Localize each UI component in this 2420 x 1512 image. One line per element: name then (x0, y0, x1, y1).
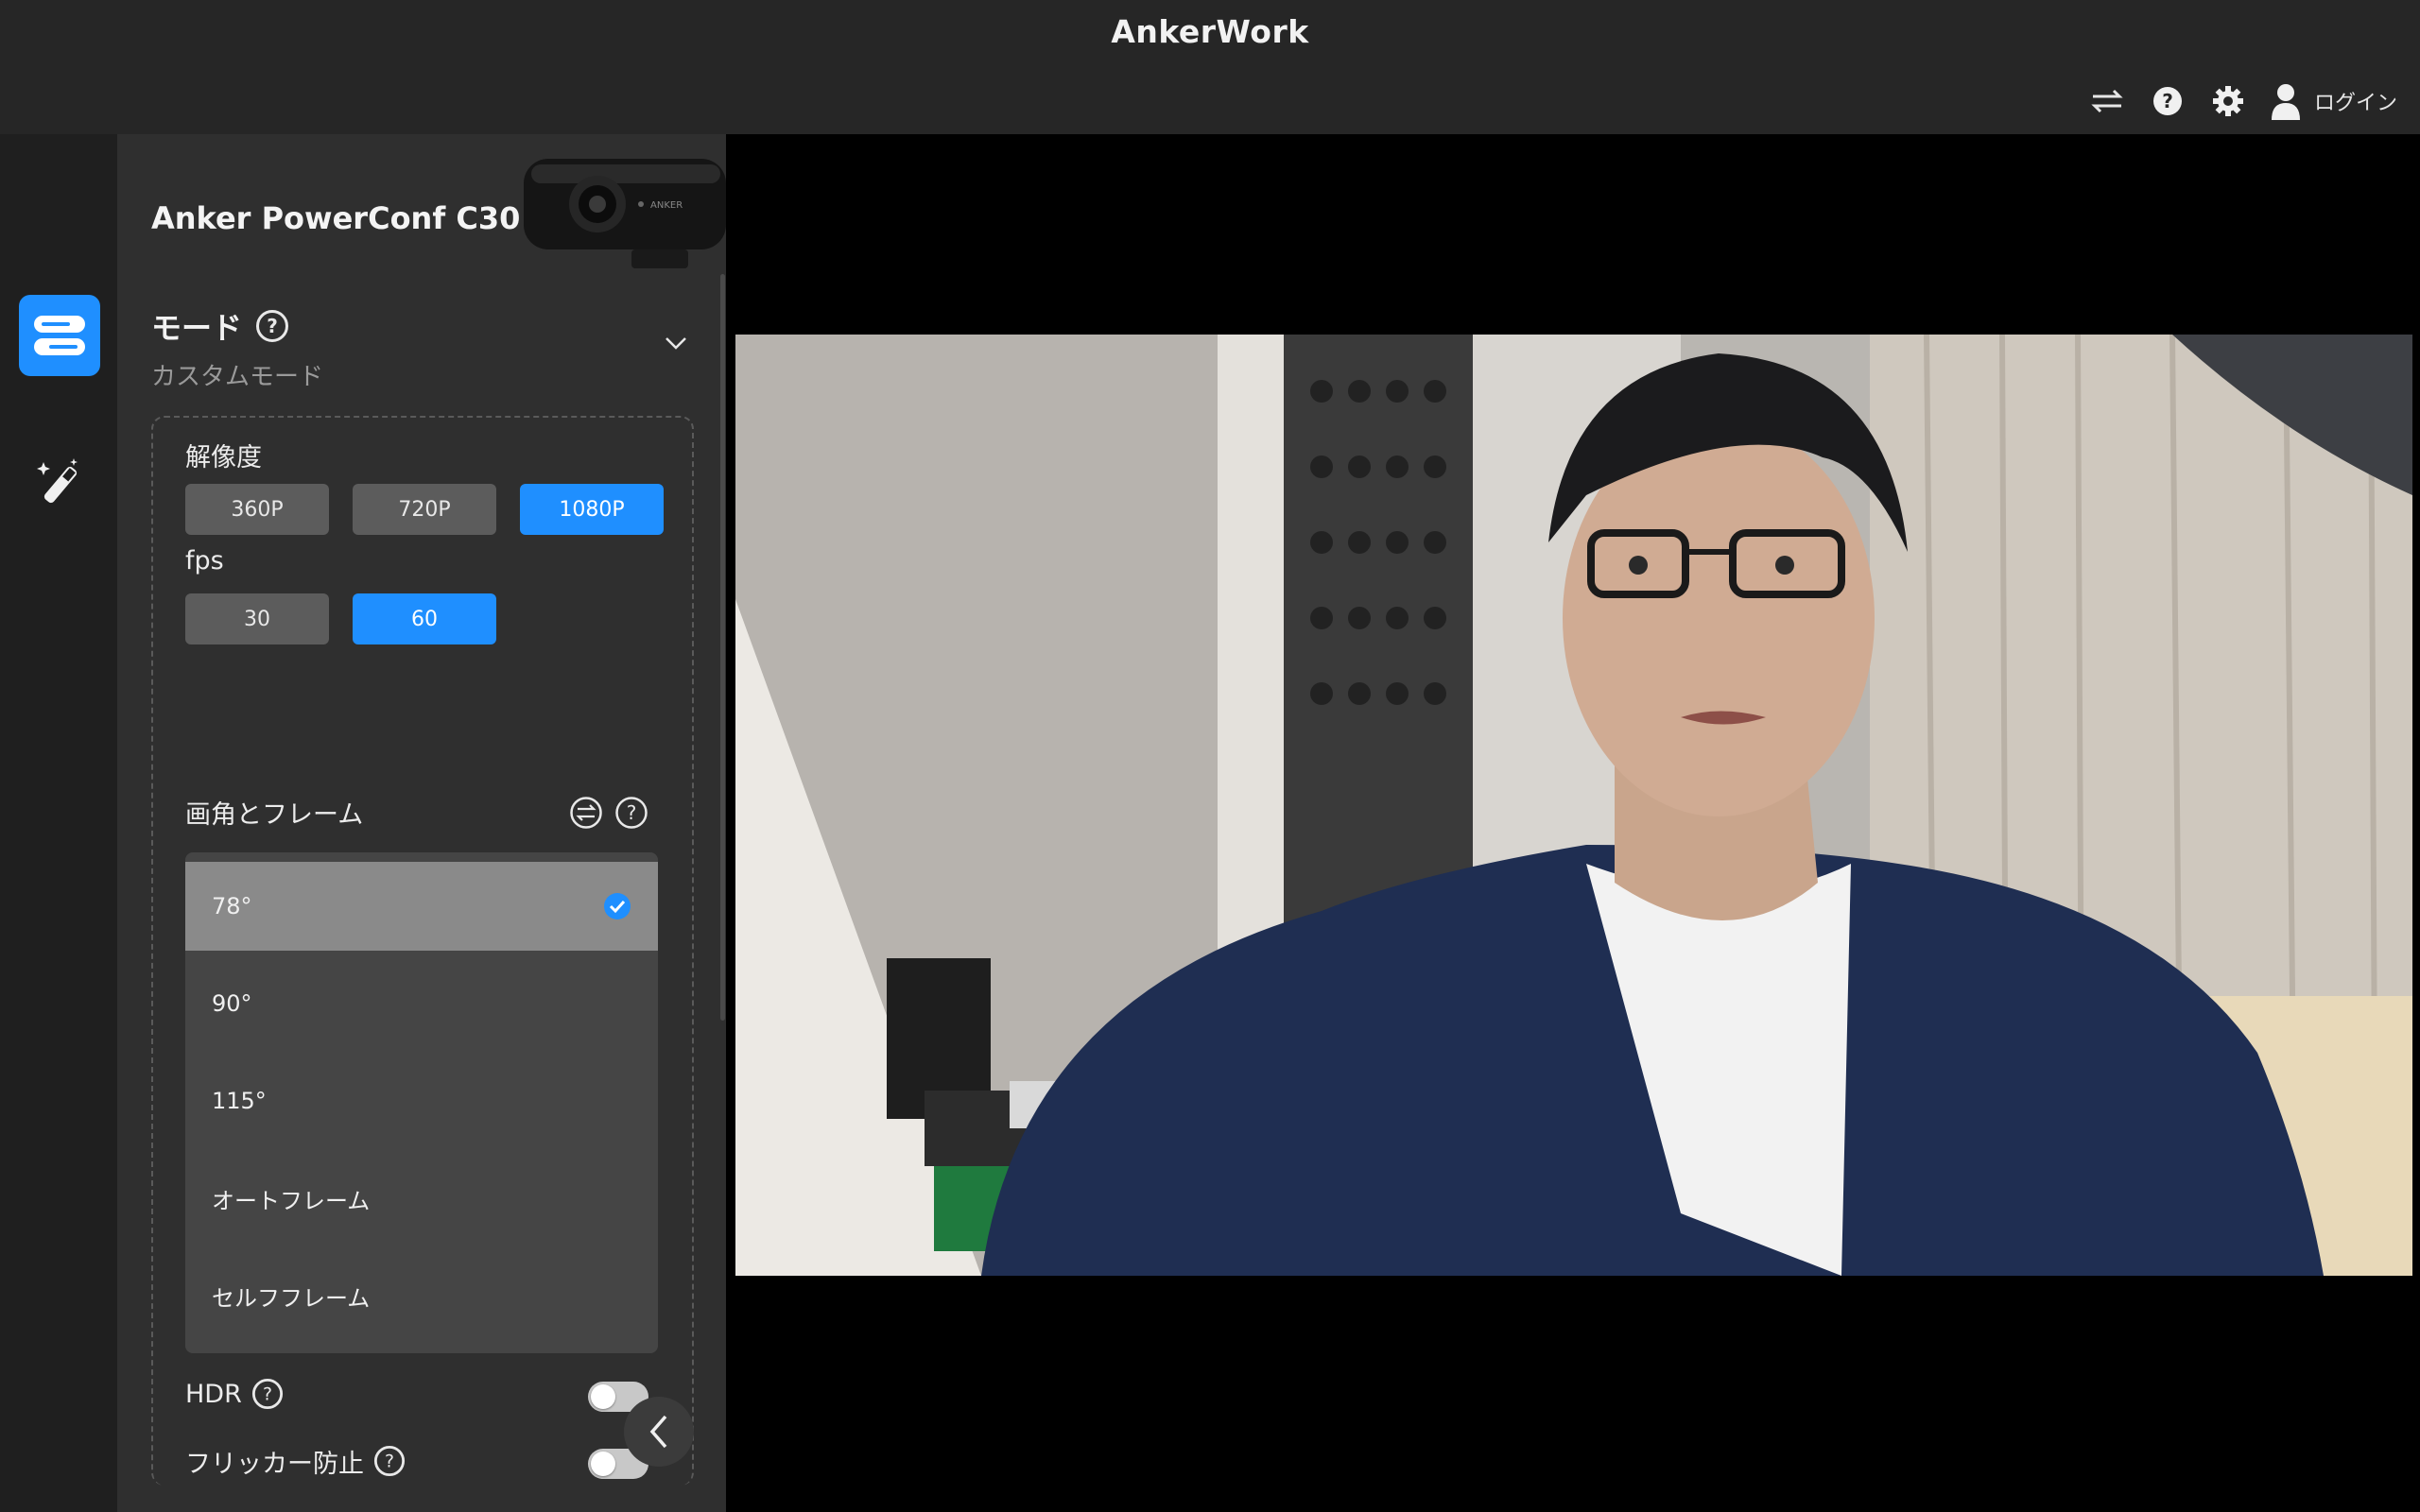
svg-text:?: ? (267, 315, 278, 337)
top-actions: ? ログイン (2089, 77, 2397, 125)
settings-panel: Anker PowerConf C300 ANKER モード ? カスタムモード… (117, 134, 726, 1512)
camera-preview (726, 134, 2420, 1512)
chevron-down-icon (666, 337, 686, 350)
svg-text:?: ? (2162, 90, 2173, 112)
svg-text:?: ? (627, 801, 637, 824)
checkmark-icon (604, 893, 631, 919)
fov-option-label: オートフレーム (212, 1187, 371, 1214)
hdr-row: HDR ? (185, 1370, 648, 1418)
effects-tab[interactable] (19, 442, 100, 524)
fps-30-button[interactable]: 30 (185, 593, 329, 644)
fov-option-label: 115° (212, 1088, 267, 1114)
mode-title: モード (151, 310, 243, 346)
device-name: Anker PowerConf C300 (151, 200, 542, 236)
panel-scrollbar[interactable] (720, 274, 725, 1021)
mode-value: カスタムモード (151, 363, 324, 391)
camera-settings-tab[interactable] (19, 295, 100, 376)
fov-option-78[interactable]: 78° (185, 862, 658, 951)
help-icon[interactable]: ? (251, 1378, 284, 1410)
fov-option-label: 90° (212, 990, 252, 1017)
fps-label: fps (185, 546, 224, 576)
svg-text:?: ? (385, 1452, 394, 1472)
flicker-label: フリッカー防止 (185, 1449, 364, 1479)
help-icon[interactable]: ? (2150, 83, 2186, 119)
magic-wand-icon (37, 458, 78, 504)
camera-settings-icon (34, 316, 85, 355)
fov-option-115[interactable]: 115° (185, 1057, 658, 1145)
webcam-image: ANKER (520, 146, 726, 278)
hdr-label: HDR (185, 1379, 242, 1409)
webcam-brand-text: ANKER (650, 200, 683, 211)
fov-option-90[interactable]: 90° (185, 959, 658, 1048)
resolution-720p-button[interactable]: 720P (353, 484, 496, 535)
title-bar: AnkerWork ? ログイン (0, 0, 2420, 134)
toggle-knob (591, 1384, 615, 1409)
fps-60-button[interactable]: 60 (353, 593, 496, 644)
gear-icon[interactable] (2210, 83, 2246, 119)
help-icon[interactable]: ? (255, 309, 289, 343)
fov-option-selfframe[interactable]: セルフフレーム (185, 1251, 658, 1340)
chevron-left-icon (649, 1415, 667, 1449)
swap-arrows-icon[interactable] (2089, 83, 2125, 119)
swap-circle-icon[interactable] (569, 796, 603, 830)
resolution-label: 解像度 (185, 443, 262, 472)
resolution-1080p-button[interactable]: 1080P (520, 484, 664, 535)
fov-option-label: セルフフレーム (212, 1284, 371, 1312)
login-label: ログイン (2313, 92, 2397, 115)
app-title: AnkerWork (1111, 13, 1309, 50)
fov-option-autoframe[interactable]: オートフレーム (185, 1154, 658, 1243)
resolution-360p-button[interactable]: 360P (185, 484, 329, 535)
user-icon (2271, 84, 2300, 120)
fov-list: 78° 90° 115° オートフレーム セルフフレーム (185, 852, 658, 1353)
mode-selector[interactable]: モード ? カスタムモード (151, 304, 690, 399)
help-icon[interactable]: ? (373, 1445, 406, 1477)
toggle-knob (591, 1452, 615, 1476)
help-icon[interactable]: ? (614, 796, 648, 830)
custom-settings-box: 解像度 360P 720P 1080P fps 30 60 画角とフレーム ? … (151, 416, 694, 1486)
fov-label: 画角とフレーム (185, 800, 364, 830)
left-rail (0, 134, 117, 1512)
fov-option-label: 78° (212, 893, 252, 919)
video-feed (735, 335, 2412, 1276)
flicker-row: フリッカー防止 ? (185, 1437, 648, 1485)
fov-actions: ? (569, 796, 648, 830)
login-button[interactable]: ログイン (2271, 82, 2397, 120)
svg-text:?: ? (263, 1384, 272, 1405)
collapse-panel-button[interactable] (624, 1397, 694, 1467)
